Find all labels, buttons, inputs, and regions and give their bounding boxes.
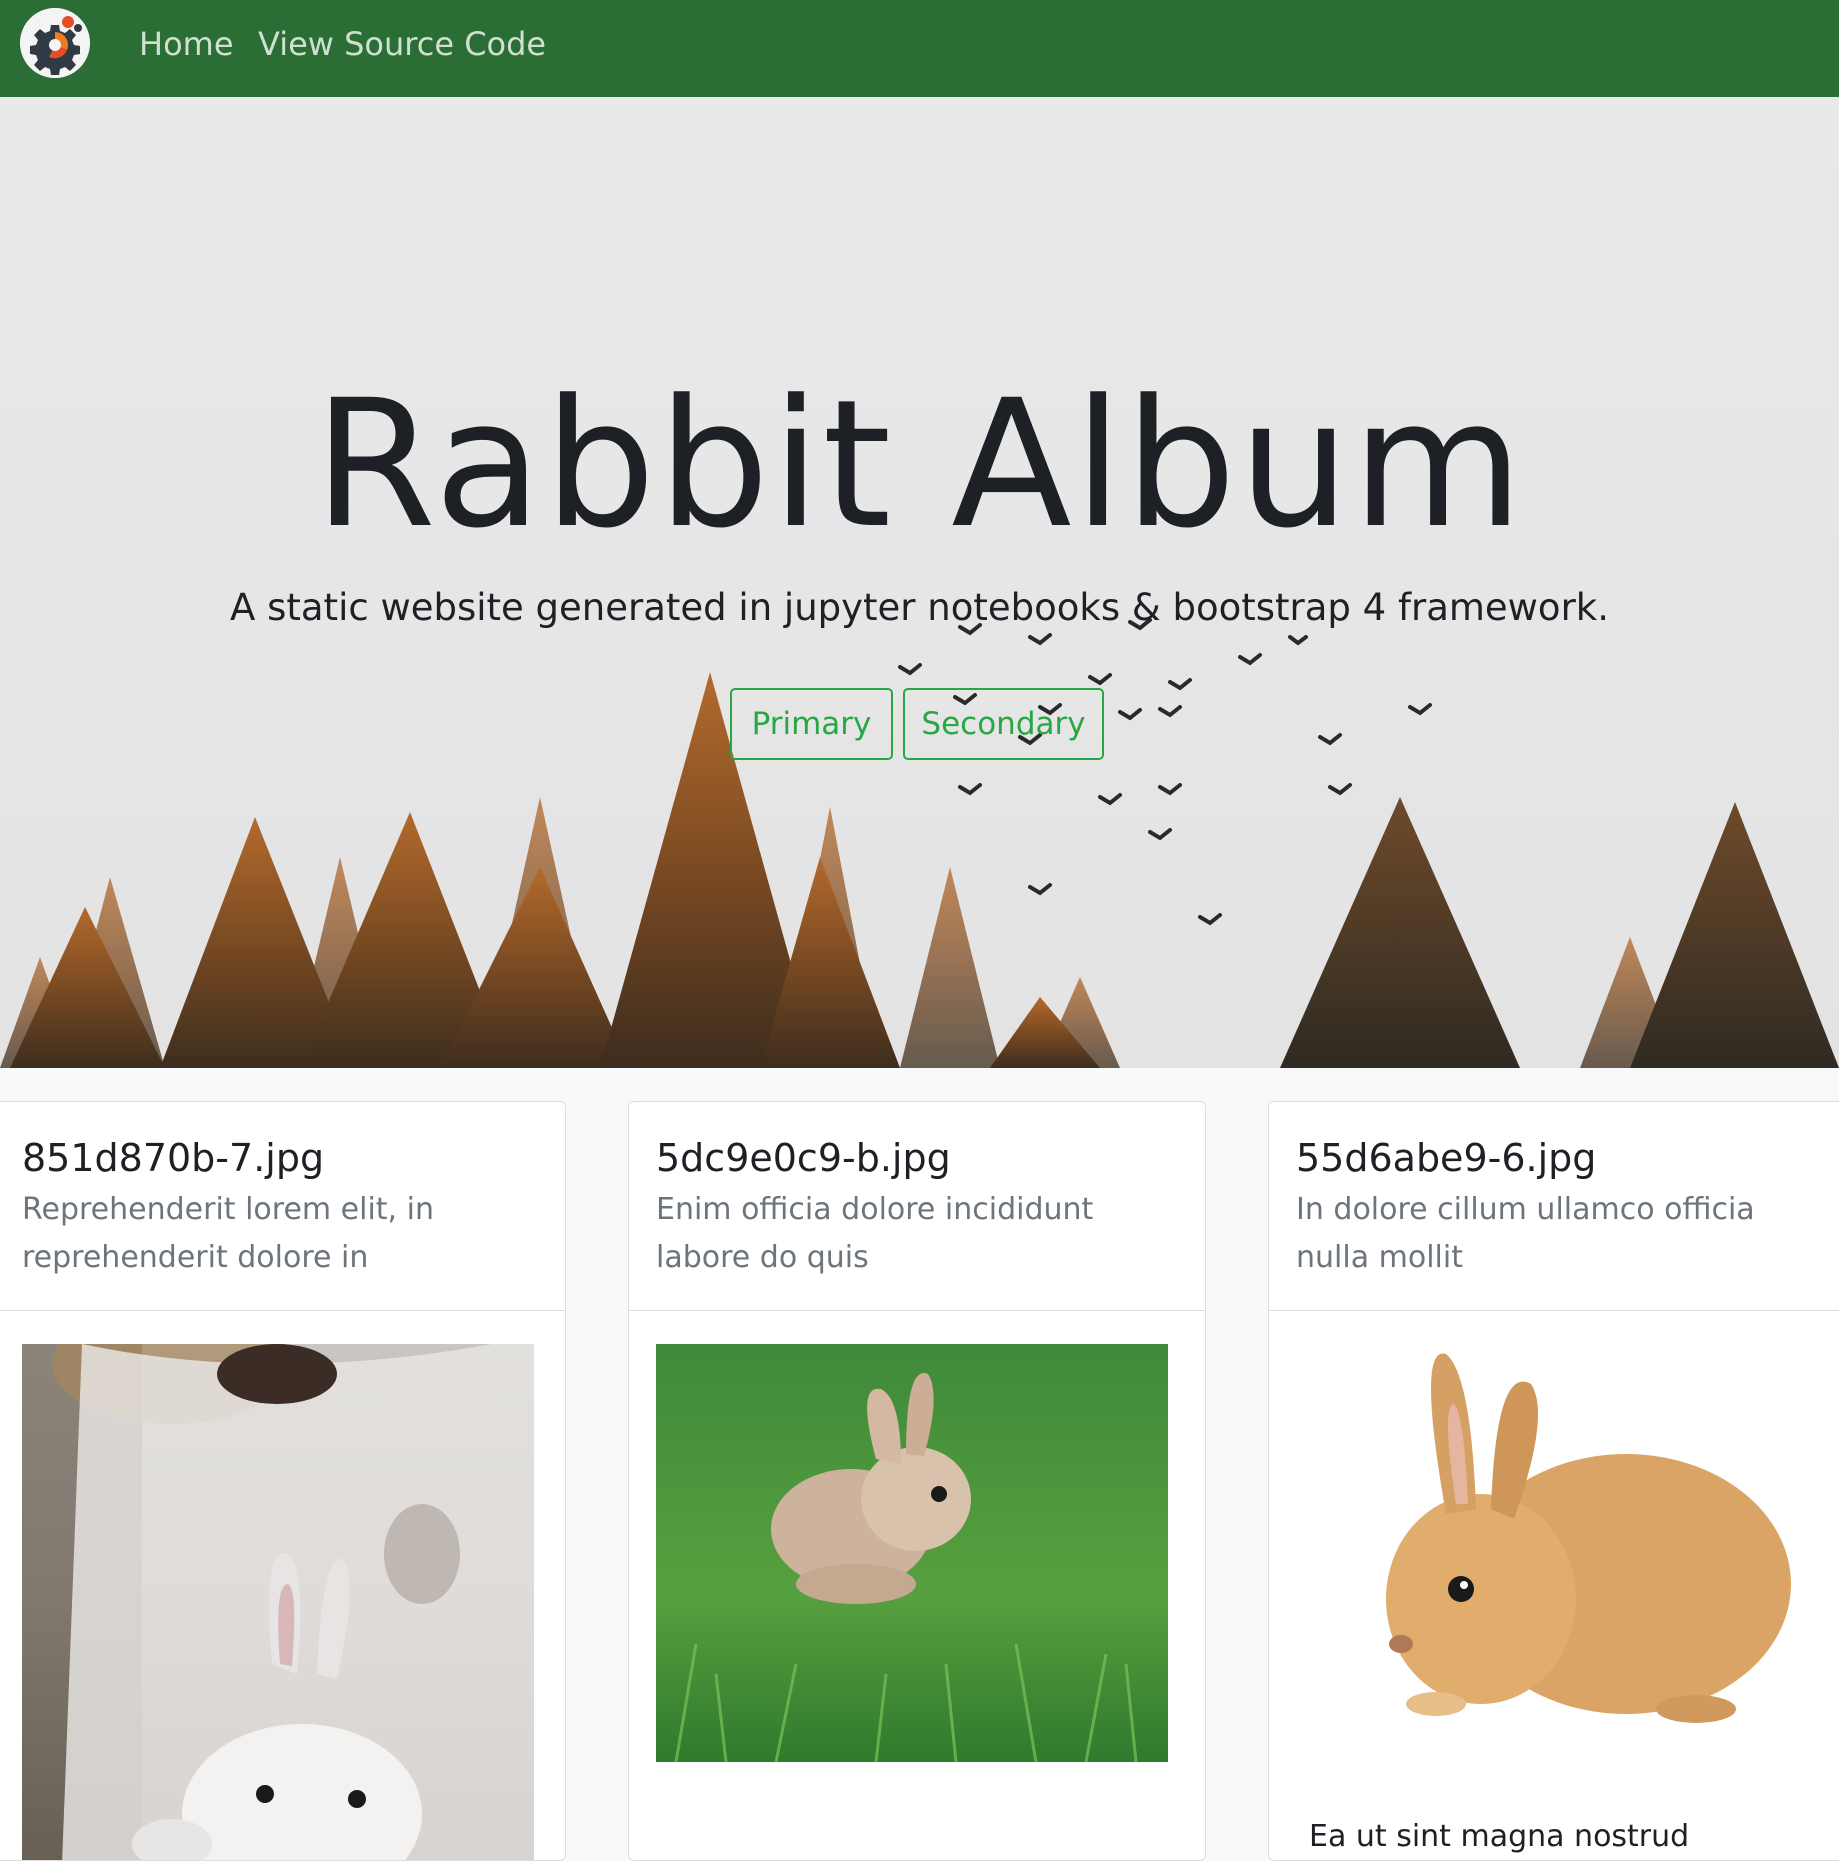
album-card: 851d870b-7.jpg Reprehenderit lorem elit,… — [0, 1101, 566, 1861]
nav-home-link[interactable]: Home — [139, 24, 234, 64]
white-rabbit-image — [22, 1344, 534, 1860]
album-card: 5dc9e0c9-b.jpg Enim officia dolore incid… — [628, 1101, 1206, 1861]
card-description: Reprehenderit lorem elit, in reprehender… — [22, 1192, 434, 1275]
card-footer-text: Ea ut sint magna nostrud — [1309, 1819, 1690, 1854]
orange-rabbit-image — [1296, 1344, 1808, 1746]
card-description: In dolore cillum ullamco officia nulla m… — [1296, 1192, 1755, 1275]
card-header: 55d6abe9-6.jpg In dolore cillum ullamco … — [1269, 1102, 1839, 1311]
nav-view-source-link[interactable]: View Source Code — [258, 24, 546, 64]
forest-birds-background — [0, 618, 1839, 1068]
hero-subtitle: A static website generated in jupyter no… — [230, 586, 1609, 629]
card-title: 851d870b-7.jpg — [22, 1136, 325, 1180]
card-description: Enim officia dolore incididunt labore do… — [656, 1192, 1094, 1275]
card-title: 5dc9e0c9-b.jpg — [656, 1136, 951, 1180]
gear-logo-icon[interactable] — [20, 8, 90, 78]
primary-button[interactable]: Primary — [730, 688, 893, 760]
card-header: 5dc9e0c9-b.jpg Enim officia dolore incid… — [629, 1102, 1205, 1311]
card-header: 851d870b-7.jpg Reprehenderit lorem elit,… — [0, 1102, 565, 1311]
card-title: 55d6abe9-6.jpg — [1296, 1136, 1597, 1180]
hero-title: Rabbit Album — [313, 362, 1526, 567]
secondary-button[interactable]: Secondary — [903, 688, 1104, 760]
navbar: Home View Source Code — [0, 0, 1839, 97]
album-card: 55d6abe9-6.jpg In dolore cillum ullamco … — [1268, 1101, 1839, 1861]
hero-jumbotron: Rabbit Album A static website generated … — [0, 97, 1839, 1068]
grass-rabbit-image — [656, 1344, 1168, 1762]
